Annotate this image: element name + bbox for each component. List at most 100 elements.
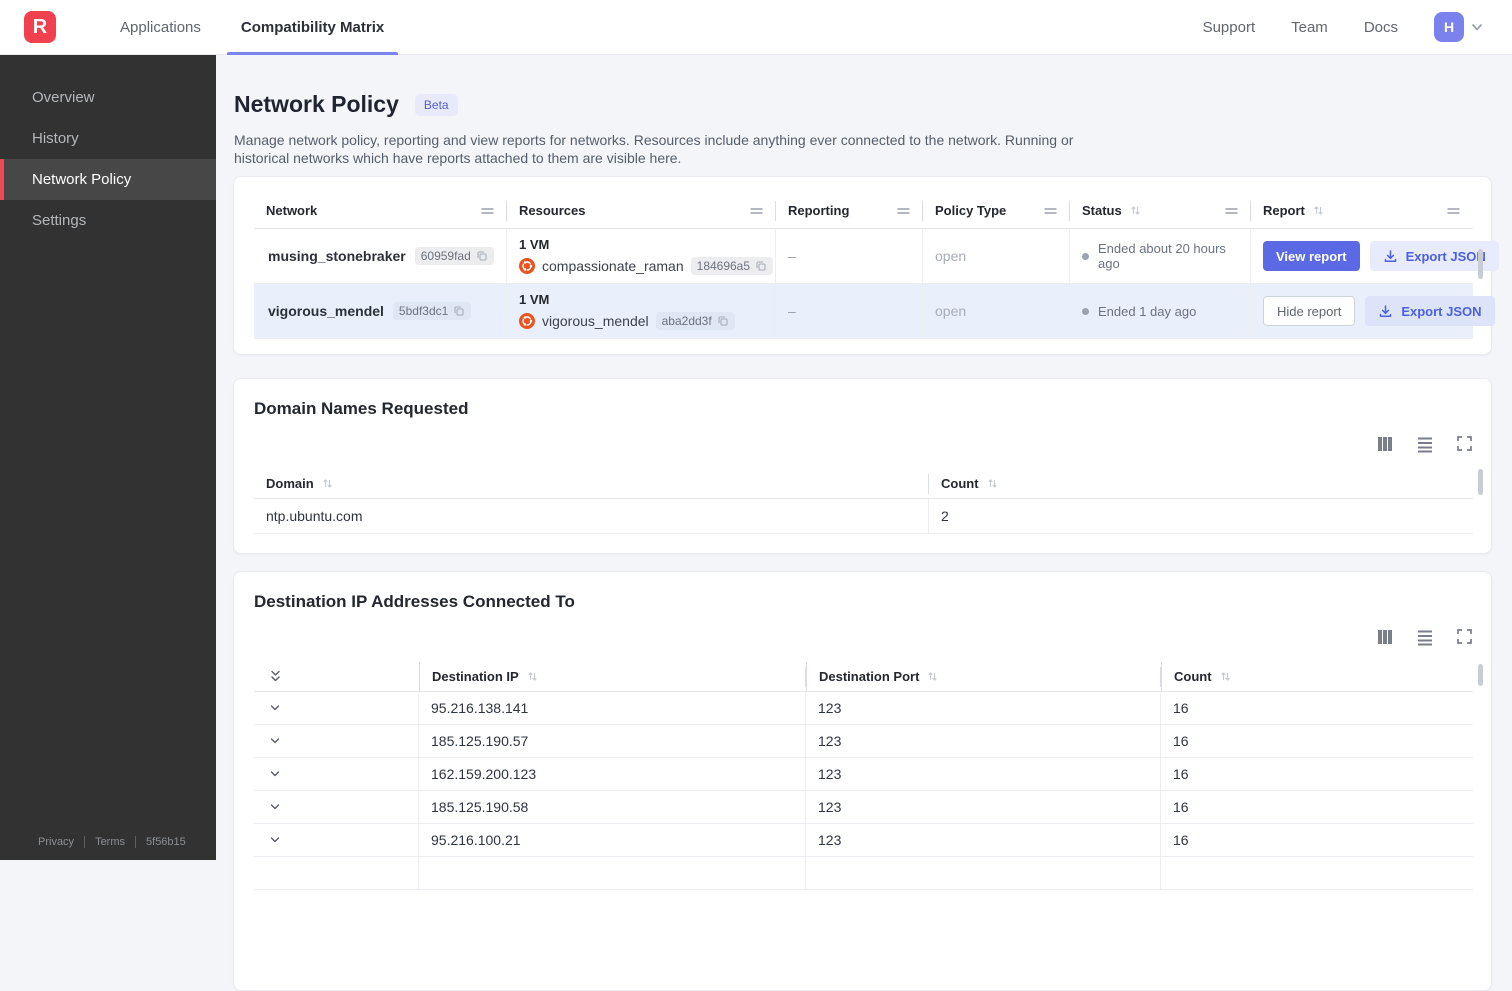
nav-link-team[interactable]: Team	[1291, 19, 1328, 36]
table-row-policy-cell: open	[923, 229, 1070, 284]
column-menu-icon[interactable]	[480, 204, 495, 218]
top-navbar: R Applications Compatibility Matrix Supp…	[0, 0, 1512, 55]
col-header-network: Network	[254, 193, 507, 229]
build-version: 5f56b15	[146, 836, 186, 848]
network-id-badge: 60959fad	[414, 247, 494, 265]
download-icon	[1380, 304, 1392, 317]
destination-port-cell: 123	[806, 758, 1161, 791]
table-row-status-cell: Ended about 20 hours ago	[1070, 229, 1251, 284]
column-menu-icon[interactable]	[896, 204, 911, 218]
page-description: Manage network policy, reporting and vie…	[234, 132, 1074, 167]
col-header-reporting: Reporting	[776, 193, 923, 229]
double-chevron-down-icon[interactable]	[268, 669, 283, 684]
tab-applications[interactable]: Applications	[120, 0, 201, 55]
table-row-network-cell: vigorous_mendel 5bdf3dc1	[254, 284, 507, 339]
sort-icon[interactable]	[926, 670, 939, 683]
col-header-expand-all	[254, 662, 419, 692]
copy-icon[interactable]	[453, 305, 465, 317]
destination-port-cell: 123	[806, 725, 1161, 758]
col-header-destination-ip: Destination IP	[419, 662, 806, 692]
table-row-reporting-cell: –	[776, 229, 923, 284]
destination-port-cell	[806, 857, 1161, 890]
scrollbar[interactable]	[1478, 469, 1483, 495]
rows-icon[interactable]	[1416, 628, 1434, 646]
column-menu-icon[interactable]	[1224, 204, 1239, 218]
privacy-link[interactable]: Privacy	[38, 836, 74, 848]
sort-icon[interactable]	[1312, 204, 1325, 217]
domains-table: Domain Count ntp.ubuntu.com 2	[254, 469, 1473, 534]
destinations-table: Destination IP Destination Port Count 95…	[254, 662, 1473, 890]
nav-link-docs[interactable]: Docs	[1364, 19, 1398, 36]
table-toolbar	[254, 435, 1473, 453]
fullscreen-icon[interactable]	[1456, 435, 1473, 452]
table-row-reporting-cell: –	[776, 284, 923, 339]
col-header-resources: Resources	[507, 193, 776, 229]
sidebar-item-history[interactable]: History	[0, 118, 216, 159]
destination-port-cell: 123	[806, 791, 1161, 824]
destination-port-cell: 123	[806, 824, 1161, 857]
col-header-domain: Domain	[254, 469, 929, 499]
domain-cell: ntp.ubuntu.com	[254, 499, 929, 534]
destination-ip-cell: 162.159.200.123	[419, 758, 806, 791]
destination-ip-cell	[419, 857, 806, 890]
destination-ip-cell: 95.216.100.21	[419, 824, 806, 857]
chevron-down-icon[interactable]	[268, 833, 282, 847]
nav-link-support[interactable]: Support	[1203, 19, 1256, 36]
page-title: Network Policy	[234, 91, 399, 117]
tab-compatibility-matrix[interactable]: Compatibility Matrix	[226, 0, 399, 55]
fullscreen-icon[interactable]	[1456, 628, 1473, 645]
chevron-down-icon[interactable]	[268, 701, 282, 715]
scrollbar[interactable]	[1478, 249, 1483, 279]
column-menu-icon[interactable]	[1043, 204, 1058, 218]
count-cell: 16	[1161, 791, 1473, 824]
sidebar-item-settings[interactable]: Settings	[0, 200, 216, 241]
sort-icon[interactable]	[1129, 204, 1142, 217]
col-header-count: Count	[1161, 662, 1473, 692]
network-id-badge: 5bdf3dc1	[392, 302, 472, 320]
export-json-button[interactable]: Export JSON	[1365, 296, 1495, 326]
columns-icon[interactable]	[1376, 435, 1394, 453]
user-menu[interactable]: H	[1434, 12, 1484, 42]
card-title: Destination IP Addresses Connected To	[254, 592, 575, 611]
table-row-policy-cell: open	[923, 284, 1070, 339]
scrollbar[interactable]	[1478, 664, 1483, 686]
destinations-card: Destination IP Addresses Connected To De	[233, 571, 1492, 991]
column-menu-icon[interactable]	[1446, 204, 1461, 218]
resource-id-badge: aba2dd3f	[655, 312, 735, 330]
column-menu-icon[interactable]	[749, 204, 764, 218]
col-header-report: Report	[1251, 193, 1473, 229]
terms-link[interactable]: Terms	[95, 836, 125, 848]
sort-icon[interactable]	[986, 477, 999, 490]
ubuntu-icon	[519, 313, 535, 329]
rows-icon[interactable]	[1416, 435, 1434, 453]
networks-card: Network Resources Reporting Policy Type	[233, 176, 1499, 355]
chevron-down-icon[interactable]	[268, 800, 282, 814]
chevron-down-icon[interactable]	[1470, 20, 1484, 34]
sidebar-item-overview[interactable]: Overview	[0, 77, 216, 118]
table-row-resources-cell: 1 VM compassionate_raman 184696a5	[507, 229, 776, 284]
destination-port-cell: 123	[806, 692, 1161, 725]
chevron-down-icon[interactable]	[268, 767, 282, 781]
status-dot	[1082, 307, 1089, 315]
count-cell: 16	[1161, 824, 1473, 857]
row-expand-cell	[254, 791, 419, 824]
table-row-network-cell: musing_stonebraker 60959fad	[254, 229, 507, 284]
chevron-down-icon[interactable]	[268, 734, 282, 748]
sidebar-item-network-policy[interactable]: Network Policy	[0, 159, 216, 200]
download-icon	[1384, 249, 1396, 262]
table-row-report-cell: Hide report Export JSON	[1251, 284, 1495, 339]
destination-ip-cell: 185.125.190.58	[419, 791, 806, 824]
hide-report-button[interactable]: Hide report	[1263, 296, 1356, 326]
avatar[interactable]: H	[1434, 12, 1464, 42]
sort-icon[interactable]	[526, 670, 539, 683]
count-cell: 2	[929, 499, 1473, 534]
sort-icon[interactable]	[1219, 670, 1232, 683]
sort-icon[interactable]	[321, 477, 334, 490]
view-report-button[interactable]: View report	[1263, 241, 1360, 271]
copy-icon[interactable]	[717, 315, 729, 327]
col-header-policy-type: Policy Type	[923, 193, 1070, 229]
columns-icon[interactable]	[1376, 628, 1394, 646]
app-logo[interactable]: R	[24, 11, 56, 43]
copy-icon[interactable]	[755, 260, 767, 272]
copy-icon[interactable]	[476, 250, 488, 262]
